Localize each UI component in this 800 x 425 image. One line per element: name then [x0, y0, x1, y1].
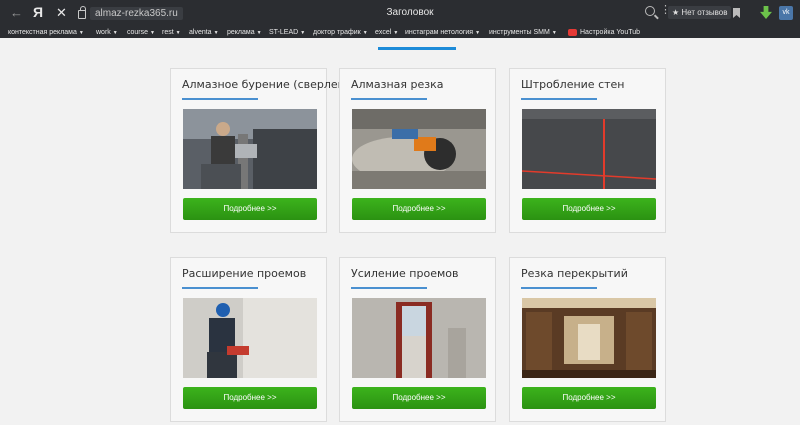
bookmark-item[interactable]: инструменты SMM ▼: [489, 27, 557, 38]
title-underline: [521, 98, 597, 100]
service-title: Штробление стен: [521, 78, 625, 91]
service-title: Резка перекрытий: [521, 267, 628, 280]
search-icon[interactable]: [645, 6, 655, 16]
title-underline: [351, 98, 427, 100]
details-button[interactable]: Подробнее >>: [522, 198, 656, 220]
service-image: [352, 298, 486, 378]
bookmark-item[interactable]: excel ▼: [375, 27, 398, 38]
service-title: Усиление проемов: [351, 267, 459, 280]
title-underline: [182, 287, 258, 289]
service-image: [522, 298, 656, 378]
service-image: [352, 109, 486, 189]
details-button[interactable]: Подробнее >>: [183, 198, 317, 220]
details-button[interactable]: Подробнее >>: [183, 387, 317, 409]
details-button[interactable]: Подробнее >>: [352, 198, 486, 220]
service-card: Резка перекрытий Подробнее >>: [509, 257, 666, 422]
bookmarks-bar: контекстная реклама ▼ work ▼ course ▼ rest ▼…: [0, 27, 800, 38]
details-button[interactable]: Подробнее >>: [352, 387, 486, 409]
reviews-button[interactable]: ★ Нет отзывов: [668, 6, 732, 19]
bookmark-item[interactable]: инстаграм нетология ▼: [405, 27, 480, 38]
reviews-label: Нет отзывов: [681, 8, 728, 17]
details-button[interactable]: Подробнее >>: [522, 387, 656, 409]
service-card: Алмазная резка Подробнее >>: [339, 68, 496, 233]
bookmark-item[interactable]: реклама ▼: [227, 27, 262, 38]
title-underline: [351, 287, 427, 289]
service-image: [183, 109, 317, 189]
bookmark-item[interactable]: alventa ▼: [189, 27, 219, 38]
bookmark-item[interactable]: rest ▼: [162, 27, 181, 38]
bookmark-item[interactable]: контекстная реклама ▼: [8, 27, 84, 38]
bookmark-item[interactable]: course ▼: [127, 27, 155, 38]
bookmark-item[interactable]: доктор трафик ▼: [313, 27, 368, 38]
service-title: Расширение проемов: [182, 267, 307, 280]
bookmark-item[interactable]: ST-LEAD ▼: [269, 27, 305, 38]
service-card: Штробление стен Подробнее >>: [509, 68, 666, 233]
service-card: Усиление проемов Подробнее >>: [339, 257, 496, 422]
service-image: [522, 109, 656, 189]
bookmark-item[interactable]: Настройка YouTub: [580, 27, 640, 38]
vk-extension-icon[interactable]: vk: [779, 6, 793, 20]
title-underline: [182, 98, 258, 100]
service-card: Расширение проемов Подробнее >>: [170, 257, 327, 422]
title-underline: [521, 287, 597, 289]
section-underline: [378, 47, 456, 50]
service-image: [183, 298, 317, 378]
service-title: Алмазное бурение (сверление): [182, 78, 364, 91]
browser-toolbar: ← Я ✕ almaz-rezka365.ru Заголовок ⋮ ★ Не…: [0, 0, 800, 27]
youtube-icon: [568, 29, 577, 36]
service-card: Алмазное бурение (сверление) Подробнее >…: [170, 68, 363, 233]
bookmark-item[interactable]: work ▼: [96, 27, 118, 38]
service-title: Алмазная резка: [351, 78, 444, 91]
